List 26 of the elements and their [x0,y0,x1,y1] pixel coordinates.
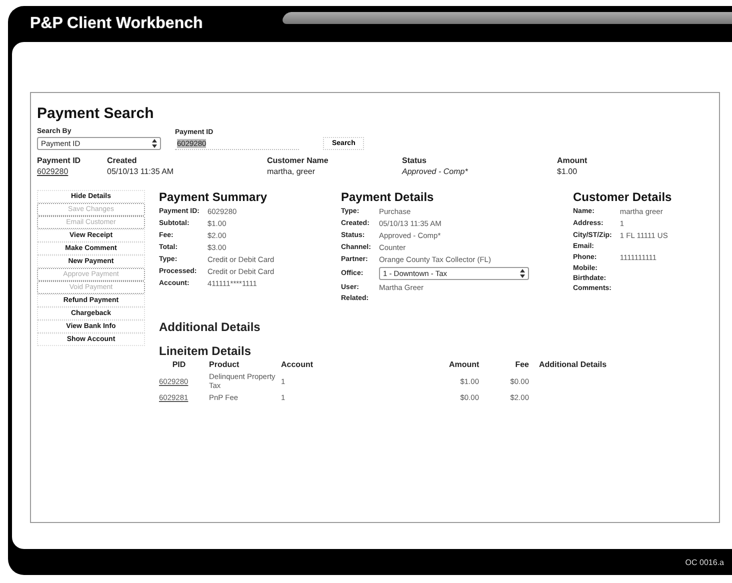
payment-id-link[interactable]: 6029280 [37,167,107,176]
section-heading: Customer Details [573,190,673,204]
page-heading: Payment Search [37,105,155,122]
column-header: Status [402,156,428,165]
column-header: Payment ID [37,156,82,165]
column-header: Additional Details [538,360,608,369]
window-title: P&P Client Workbench [30,15,203,33]
section-heading: Payment Details [341,190,435,204]
column-header: Created [107,156,138,165]
dropdown-arrows-icon [520,269,525,278]
table-cell-text: Approved - Comp* [402,167,469,176]
section-heading: Payment Summary [159,190,268,204]
column-header: PID [171,360,187,369]
table-cell-text: $1.00 [557,167,578,176]
section-heading: Lineitem Details [159,344,252,358]
section-heading: Additional Details [159,320,262,334]
figure-code: OC 0016.a [685,558,724,566]
column-header: Amount [449,360,479,369]
column-header: Account [281,360,314,369]
column-header: Fee [514,360,529,369]
table-cell-text: martha, greer [267,167,316,176]
table-cell-text: 05/10/13 11:35 AM [107,167,175,176]
column-header: Customer Name [267,156,330,165]
dropdown-arrows-icon [152,139,157,148]
column-header: Product [208,360,240,369]
column-header: Amount [557,156,588,165]
